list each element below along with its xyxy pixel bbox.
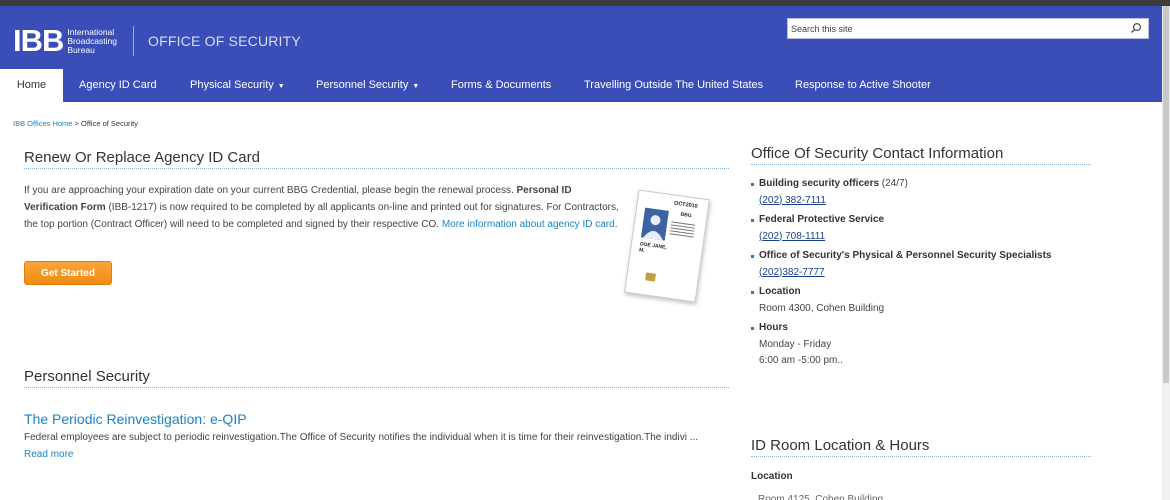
card-text-lines bbox=[669, 221, 696, 244]
renew-text-1: If you are approaching your expiration d… bbox=[24, 185, 517, 196]
breadcrumb-home-link[interactable]: IBB Offices Home bbox=[13, 119, 72, 128]
nav-physical-security-label: Physical Security bbox=[190, 79, 274, 91]
phone-link[interactable]: (202) 382-7111 bbox=[759, 195, 826, 206]
contact-location: Location Room 4300, Cohen Building bbox=[751, 284, 1091, 317]
contact-note: (24/7) bbox=[879, 178, 908, 189]
contact-section-title: Office Of Security Contact Information bbox=[751, 145, 1004, 162]
personnel-section-title: Personnel Security bbox=[24, 368, 150, 385]
e-qip-article-excerpt: Federal employees are subject to periodi… bbox=[24, 429, 724, 463]
id-card-image: OCT2010 BBG DOE JANE, M. bbox=[623, 189, 710, 303]
chevron-down-icon: ▼ bbox=[277, 83, 285, 90]
get-started-button[interactable]: Get Started bbox=[24, 261, 112, 285]
logo-divider bbox=[133, 26, 134, 56]
logo-mark: IBB bbox=[13, 23, 64, 58]
nav-physical-security[interactable]: Physical Security ▼ bbox=[190, 69, 285, 102]
scrollbar-thumb[interactable] bbox=[1163, 6, 1169, 383]
contact-label: Federal Protective Service bbox=[759, 214, 885, 225]
contact-security-specialists: Office of Security's Physical & Personne… bbox=[751, 248, 1091, 281]
contact-label: Hours bbox=[759, 322, 788, 333]
contact-label: Location bbox=[759, 286, 801, 297]
id-room-location-label: Location bbox=[751, 471, 793, 482]
nav-travelling-outside-label: Travelling Outside The United States bbox=[584, 79, 764, 91]
chevron-down-icon: ▼ bbox=[412, 83, 420, 90]
site-header: IBB International Broadcasting Bureau OF… bbox=[0, 6, 1162, 69]
card-name: DOE JANE, M. bbox=[638, 241, 668, 254]
card-date: OCT2010 bbox=[673, 200, 699, 210]
nav-home-label: Home bbox=[16, 79, 47, 91]
contact-building-security: Building security officers (24/7) (202) … bbox=[751, 176, 1091, 209]
phone-link[interactable]: (202) 708-1111 bbox=[759, 231, 825, 242]
e-qip-article-link[interactable]: The Periodic Reinvestigation: e-QIP bbox=[24, 411, 247, 427]
renew-section-title: Renew Or Replace Agency ID Card bbox=[24, 149, 260, 166]
nav-active-shooter[interactable]: Response to Active Shooter bbox=[795, 69, 931, 102]
contact-list: Building security officers (24/7) (202) … bbox=[751, 176, 1091, 373]
section-divider bbox=[751, 164, 1091, 165]
contact-label: Building security officers bbox=[759, 178, 880, 189]
nav-personnel-security-label: Personnel Security bbox=[316, 79, 409, 91]
smart-chip-icon bbox=[645, 272, 657, 282]
hours-days: Monday - Friday bbox=[759, 338, 832, 350]
nav-agency-id-card[interactable]: Agency ID Card bbox=[79, 69, 157, 102]
site-title[interactable]: OFFICE OF SECURITY bbox=[148, 33, 301, 49]
article-excerpt-text: Federal employees are subject to periodi… bbox=[24, 432, 699, 443]
section-divider bbox=[24, 168, 729, 169]
breadcrumb-current: Office of Security bbox=[81, 119, 138, 128]
nav-forms-documents-label: Forms & Documents bbox=[451, 79, 552, 91]
contact-hours: Hours Monday - Friday 6:00 am -5:00 pm.. bbox=[751, 320, 1091, 370]
nav-active-shooter-label: Response to Active Shooter bbox=[795, 79, 931, 91]
more-info-id-card-link[interactable]: More information about agency ID card bbox=[442, 219, 615, 230]
read-more-link[interactable]: Read more bbox=[24, 449, 73, 460]
section-divider bbox=[751, 456, 1091, 457]
card-brand: BBG bbox=[680, 211, 692, 220]
section-divider bbox=[24, 387, 729, 388]
nav-agency-id-card-label: Agency ID Card bbox=[79, 79, 157, 91]
nav-forms-documents[interactable]: Forms & Documents bbox=[451, 69, 551, 102]
main-nav: Home Agency ID Card Physical Security ▼ P… bbox=[0, 69, 1162, 102]
contact-label: Office of Security's Physical & Personne… bbox=[759, 250, 1052, 261]
logo-words: International Broadcasting Bureau bbox=[67, 26, 118, 55]
phone-link[interactable]: (202)382-7777 bbox=[759, 267, 825, 278]
nav-personnel-security[interactable]: Personnel Security ▼ bbox=[316, 69, 419, 102]
id-room-location-text: Room 4125, Cohen Building bbox=[758, 494, 884, 500]
id-card: OCT2010 BBG DOE JANE, M. bbox=[624, 189, 710, 303]
search-icon[interactable] bbox=[1130, 22, 1142, 34]
nav-home[interactable]: Home bbox=[0, 69, 63, 102]
page-scrollbar[interactable] bbox=[1162, 6, 1170, 500]
hours-time: 6:00 am -5:00 pm.. bbox=[759, 355, 843, 366]
search-input[interactable] bbox=[788, 19, 1124, 38]
renew-description: If you are approaching your expiration d… bbox=[24, 182, 624, 233]
renew-text-3: . bbox=[614, 219, 618, 230]
ibb-logo[interactable]: IBB International Broadcasting Bureau bbox=[13, 23, 129, 58]
breadcrumb: IBB Offices Home > Office of Security bbox=[13, 119, 138, 128]
search-box bbox=[787, 18, 1149, 39]
id-room-section-title: ID Room Location & Hours bbox=[751, 437, 930, 454]
nav-travelling-outside[interactable]: Travelling Outside The United States bbox=[584, 69, 763, 102]
breadcrumb-separator: > bbox=[72, 119, 82, 128]
location-text: Room 4300, Cohen Building bbox=[759, 302, 885, 314]
person-silhouette-icon bbox=[640, 207, 669, 241]
contact-federal-protective: Federal Protective Service (202) 708-111… bbox=[751, 212, 1091, 245]
